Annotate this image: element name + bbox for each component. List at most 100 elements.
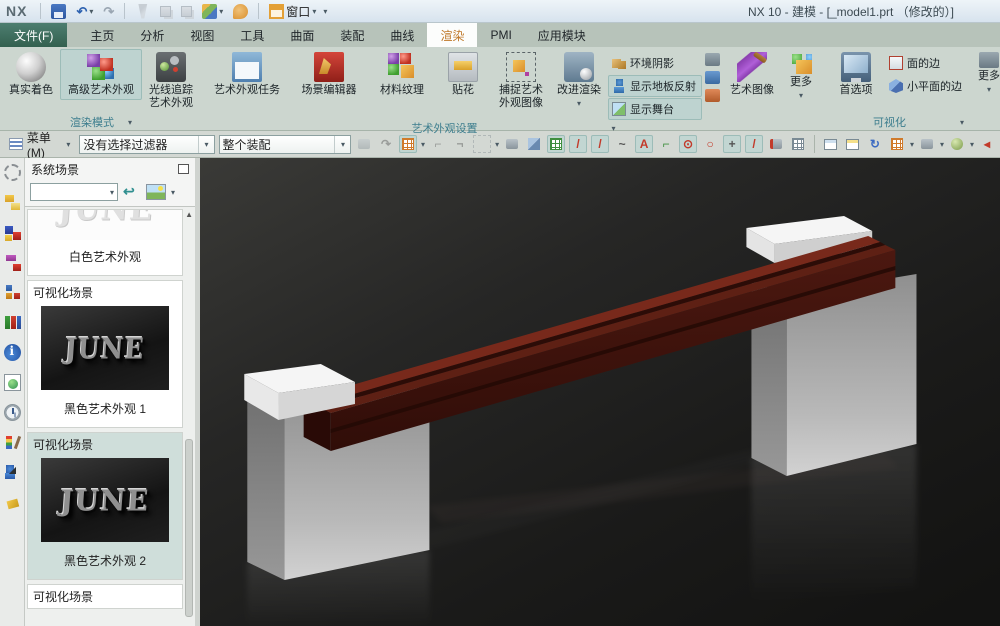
refresh-button[interactable]: ↻ xyxy=(866,135,884,153)
undo-button[interactable]: ↶▾ xyxy=(73,3,96,20)
advanced-studio-button[interactable]: 高级艺术外观 xyxy=(60,49,142,100)
mid-point-button[interactable]: ¬ xyxy=(451,135,469,153)
scene-card-black-studio-2[interactable]: 可视化场景 JUNE 黑色艺术外观 2 xyxy=(27,432,183,580)
true-shading-button[interactable]: 真实着色 xyxy=(2,49,60,100)
tangent-snap-button[interactable]: / xyxy=(745,135,763,153)
assembly-navigator-icon[interactable] xyxy=(4,194,21,211)
show-stage-toggle[interactable]: 显示舞台 xyxy=(608,98,702,120)
background-button[interactable] xyxy=(948,135,966,153)
facet-edges-toggle[interactable]: 小平面的边 xyxy=(885,75,968,97)
scene-card-next[interactable]: 可视化场景 xyxy=(27,584,183,609)
camera-mini-button[interactable] xyxy=(705,53,720,66)
system-materials-icon[interactable] xyxy=(4,434,21,451)
tab-curve[interactable]: 曲线 xyxy=(377,23,427,47)
ray-traced-studio-button[interactable]: 光线追踪艺术外观 xyxy=(142,49,200,113)
ribbon-options-button[interactable]: ▾ xyxy=(323,7,327,16)
tab-surface[interactable]: 曲面 xyxy=(277,23,327,47)
button-label: 艺术外观任务 xyxy=(214,84,280,97)
selection-filter-combobox[interactable]: 没有选择过滤器 ▾ xyxy=(79,135,214,154)
arc-snap-button[interactable]: ○ xyxy=(701,135,719,153)
tab-file[interactable]: 文件(F) xyxy=(0,23,67,47)
datum-snap-button[interactable] xyxy=(525,135,543,153)
scene-card-black-studio-1[interactable]: 可视化场景 JUNE 黑色艺术外观 1 xyxy=(27,280,183,428)
vertex-snap-button[interactable]: ⌐ xyxy=(657,135,675,153)
scene-editor-button[interactable]: 场景编辑器 xyxy=(288,49,370,100)
library-icon[interactable] xyxy=(4,314,21,331)
view-image-button[interactable]: ▾ xyxy=(199,3,226,20)
solid-snap-button[interactable] xyxy=(503,135,521,153)
ambient-shadow-toggle[interactable]: 环境阴影 xyxy=(608,52,702,74)
circle-center-button[interactable]: ⊙ xyxy=(679,135,697,153)
preview-mode-button[interactable] xyxy=(146,184,166,200)
zoom-window-button[interactable] xyxy=(822,135,840,153)
orient-view-button[interactable]: ◂ xyxy=(978,135,996,153)
share-mini-button[interactable] xyxy=(705,89,720,102)
snap-point-button[interactable] xyxy=(355,135,373,153)
hd3d-tools-icon[interactable] xyxy=(4,374,21,391)
render-style-button[interactable] xyxy=(918,135,936,153)
studio-task-button[interactable]: 艺术外观任务 xyxy=(206,49,288,100)
tab-view[interactable]: 视图 xyxy=(177,23,227,47)
scene-search-combobox[interactable]: ▾ xyxy=(30,183,118,201)
paste-button[interactable] xyxy=(178,5,195,18)
curve-snap-button[interactable]: ~ xyxy=(613,135,631,153)
tab-pmi[interactable]: PMI xyxy=(477,23,524,47)
reset-scene-button[interactable]: ↩ xyxy=(123,185,141,200)
web-browser-icon[interactable] xyxy=(4,344,21,361)
intersection-snap-button[interactable]: + xyxy=(723,135,741,153)
touch-mode-button[interactable] xyxy=(230,3,251,20)
face-snap-button[interactable] xyxy=(767,135,785,153)
scroll-up-arrow[interactable]: ▲ xyxy=(185,210,193,219)
dialog-launcher-icon[interactable]: ▾ xyxy=(960,118,964,127)
art-image-button[interactable]: 艺术图像 xyxy=(723,49,781,100)
floor-reflection-toggle[interactable]: 显示地板反射 xyxy=(608,75,702,97)
decal-button[interactable]: 贴花 xyxy=(434,49,492,100)
end-point-button[interactable]: ⌐ xyxy=(429,135,447,153)
material-texture-button[interactable]: 材料纹理 xyxy=(370,49,434,100)
tab-analysis[interactable]: 分析 xyxy=(127,23,177,47)
more-button-studio[interactable]: 更多 ▾ xyxy=(781,49,821,105)
more-button-visualization[interactable]: 更多 ▾ xyxy=(968,49,1000,99)
selection-scope-combobox[interactable]: 整个装配 ▾ xyxy=(219,135,352,154)
group-label-visualization[interactable]: 可视化 ▾ xyxy=(827,114,1000,130)
layout-button[interactable] xyxy=(888,135,906,153)
tab-application[interactable]: 应用模块 xyxy=(525,23,599,47)
cut-button[interactable] xyxy=(132,3,153,20)
segment-snap-button[interactable]: / xyxy=(591,135,609,153)
save-button[interactable] xyxy=(48,3,69,20)
window-menu-button[interactable]: 窗口 ▾ xyxy=(266,2,319,21)
roles-gear-icon[interactable] xyxy=(4,164,21,181)
tab-tools[interactable]: 工具 xyxy=(227,23,277,47)
enable-snap-point-button[interactable] xyxy=(547,135,565,153)
print-mini-button[interactable] xyxy=(705,71,720,84)
part-navigator-icon[interactable] xyxy=(4,254,21,271)
tab-assembly[interactable]: 装配 xyxy=(327,23,377,47)
face-edges-toggle[interactable]: 面的边 xyxy=(885,52,968,74)
scene-card-white-studio[interactable]: JUNE 白色艺术外观 xyxy=(27,209,183,276)
scrollbar-thumb[interactable] xyxy=(185,439,193,617)
improve-render-button[interactable]: 改进渲染 ▾ xyxy=(550,49,608,113)
fit-window-button[interactable] xyxy=(844,135,862,153)
preferences-button[interactable]: 首选项 xyxy=(827,49,885,100)
tab-home[interactable]: 主页 xyxy=(77,23,127,47)
touch-panel-icon[interactable] xyxy=(2,492,23,513)
capture-studio-image-button[interactable]: 捕捉艺术外观图像 xyxy=(492,49,550,113)
grid-snap-button[interactable] xyxy=(789,135,807,153)
copy-button[interactable] xyxy=(157,5,174,18)
dialog-launcher-icon[interactable]: ▾ xyxy=(611,124,615,133)
graphics-viewport[interactable] xyxy=(200,158,1000,626)
redo-button[interactable]: ↷ xyxy=(100,3,117,20)
rectangle-select-button[interactable] xyxy=(473,135,491,153)
spline-pole-button[interactable]: A xyxy=(635,135,653,153)
point-on-face-button[interactable] xyxy=(399,135,417,153)
menu-button[interactable]: 菜单(M) ▾ xyxy=(4,127,75,162)
tab-render[interactable]: 渲染 xyxy=(427,23,477,47)
panel-detach-icon[interactable] xyxy=(178,164,189,174)
line-snap-button[interactable]: / xyxy=(569,135,587,153)
gallery-arrow-icon[interactable]: ▾ xyxy=(128,118,132,127)
constraint-navigator-icon[interactable] xyxy=(4,224,21,241)
history-icon[interactable] xyxy=(4,404,21,421)
process-studio-icon[interactable] xyxy=(4,464,21,481)
snap-curve-button[interactable]: ↷ xyxy=(377,135,395,153)
reuse-library-icon[interactable] xyxy=(4,284,21,301)
